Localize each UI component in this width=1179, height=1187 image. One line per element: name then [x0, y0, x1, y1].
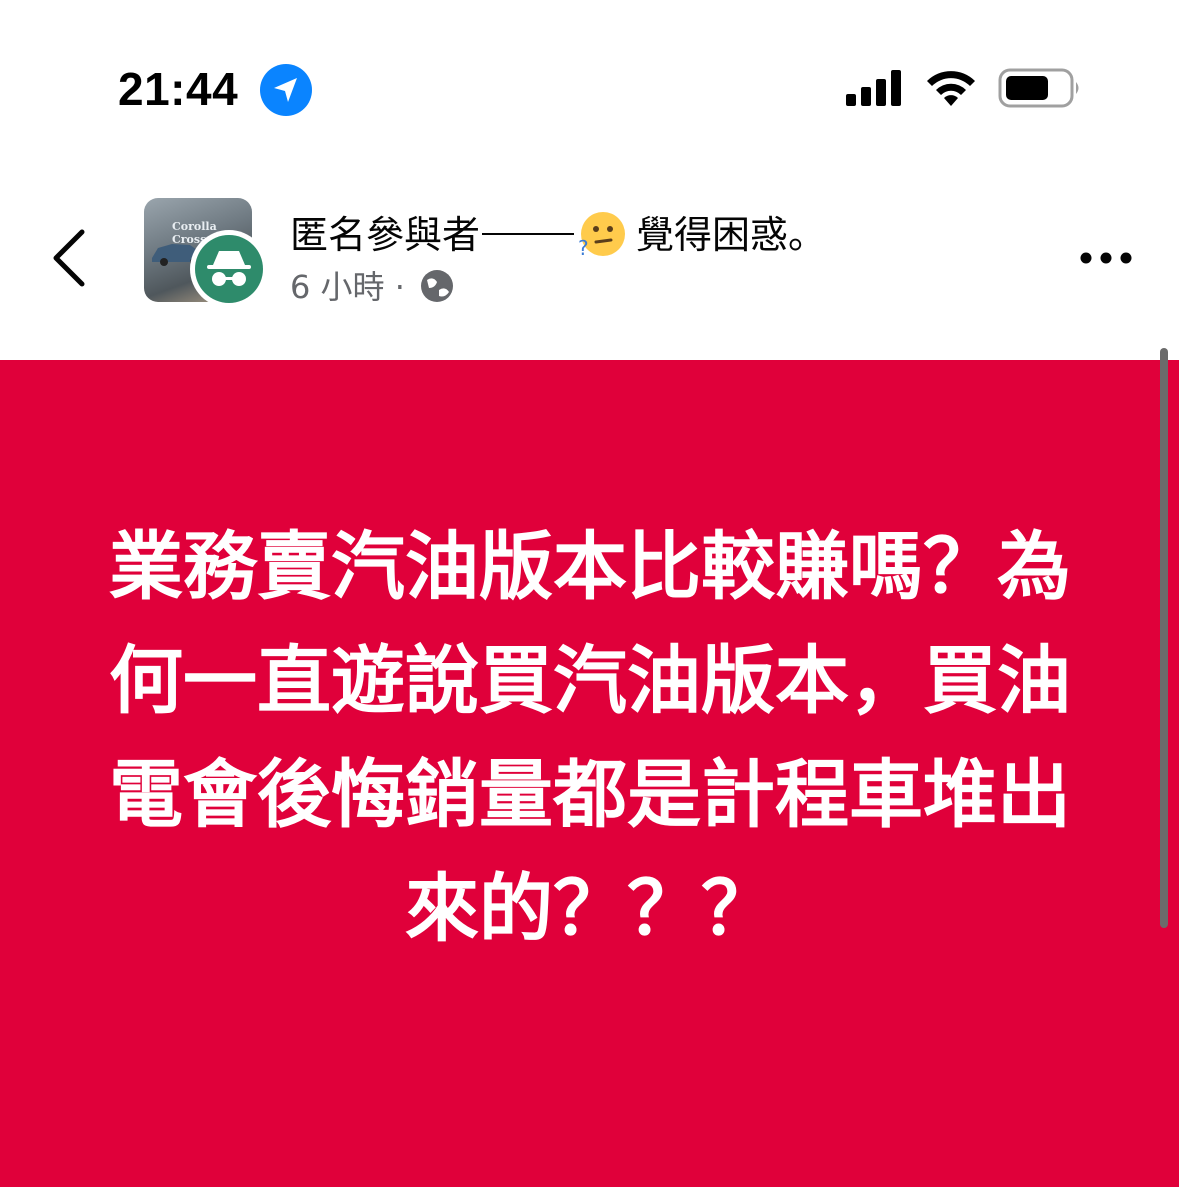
confused-face-icon: ?	[578, 211, 626, 259]
feeling-text: 覺得困惑。	[636, 213, 827, 257]
post-body-text: 業務賣汽油版本比較賺嗎？為何一直遊說買汽油版本，買油電會後悔銷量都是計程車堆出來…	[109, 524, 1071, 952]
post-card: 業務賣汽油版本比較賺嗎？為何一直遊說買汽油版本，買油電會後悔銷量都是計程車堆出來…	[0, 360, 1179, 1187]
anonymous-badge	[190, 230, 268, 308]
wifi-icon	[927, 71, 975, 106]
post-header: Corolla Cross 匿名參與者 ? 覺得困惑。 6 小時 ·	[0, 170, 1179, 350]
status-bar: 21:44	[0, 0, 1179, 150]
more-dots-icon[interactable]	[1076, 246, 1140, 270]
post-timestamp[interactable]: 6 小時 ·	[290, 268, 405, 306]
author-name[interactable]: 匿名參與者	[290, 213, 480, 257]
post-meta: 6 小時 ·	[290, 262, 455, 308]
chevron-left-icon[interactable]	[44, 226, 96, 290]
location-arrow-icon	[260, 64, 312, 116]
cellular-signal-icon	[846, 70, 901, 106]
svg-text:?: ?	[578, 236, 589, 259]
globe-icon	[421, 270, 454, 302]
scrollbar[interactable]	[1160, 348, 1168, 928]
incognito-icon	[207, 251, 251, 286]
feeling-separator	[482, 232, 575, 235]
battery-icon	[998, 68, 1079, 108]
author-line: 匿名參與者 ? 覺得困惑。	[290, 204, 826, 263]
status-time: 21:44	[118, 63, 239, 115]
